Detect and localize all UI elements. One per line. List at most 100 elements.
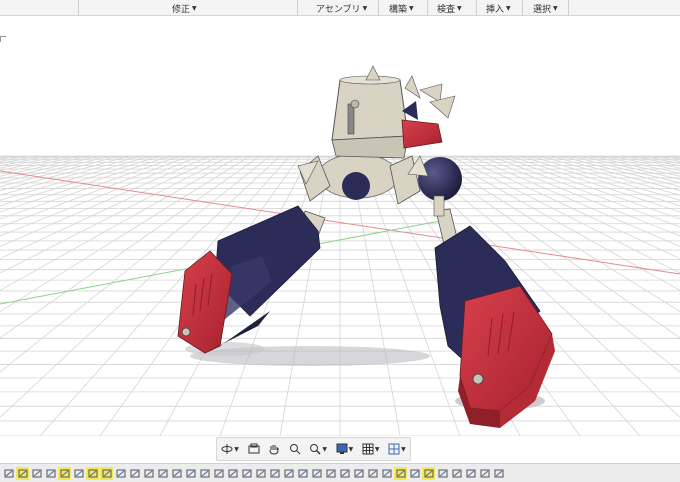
timeline-feature[interactable] bbox=[16, 466, 29, 480]
timeline-feature[interactable] bbox=[352, 467, 365, 480]
zoom-window-button[interactable] bbox=[289, 443, 301, 455]
grid-line bbox=[0, 155, 181, 220]
caret-down-icon: ▼ bbox=[506, 5, 511, 12]
timeline-feature[interactable] bbox=[170, 467, 183, 480]
sketch-icon bbox=[186, 469, 195, 478]
pan-button[interactable] bbox=[268, 443, 280, 455]
menu-insert[interactable]: 挿入 ▼ bbox=[486, 2, 511, 15]
timeline-feature[interactable] bbox=[72, 467, 85, 480]
timeline-feature[interactable] bbox=[100, 466, 113, 480]
timeline-feature[interactable] bbox=[128, 467, 141, 480]
viewports-icon bbox=[388, 443, 400, 455]
timeline-feature[interactable] bbox=[44, 467, 57, 480]
timeline-feature[interactable] bbox=[2, 467, 15, 480]
timeline-feature[interactable] bbox=[492, 467, 505, 480]
caret-down-icon: ▼ bbox=[374, 445, 380, 453]
sketch-icon bbox=[382, 469, 391, 478]
look-at-icon bbox=[248, 443, 260, 454]
grid-settings-icon bbox=[362, 443, 374, 455]
menu-construct[interactable]: 構築 ▼ bbox=[389, 2, 414, 15]
navigation-bar: ▼ ▼ ▼ ▼ ▼ bbox=[216, 437, 411, 461]
sketch-icon bbox=[396, 469, 405, 478]
sketch-icon bbox=[214, 469, 223, 478]
grid-line bbox=[0, 155, 61, 169]
timeline-feature[interactable] bbox=[338, 467, 351, 480]
caret-down-icon: ▼ bbox=[234, 445, 239, 453]
timeline-feature[interactable] bbox=[408, 467, 421, 480]
menu-inspect[interactable]: 検査 ▼ bbox=[437, 2, 462, 15]
timeline-feature[interactable] bbox=[198, 467, 211, 480]
sketch-icon bbox=[228, 469, 237, 478]
3d-viewport[interactable] bbox=[0, 16, 680, 436]
timeline-feature[interactable] bbox=[366, 467, 379, 480]
caret-down-icon: ▼ bbox=[553, 5, 558, 12]
timeline-feature[interactable] bbox=[156, 467, 169, 480]
menu-modify[interactable]: 修正 ▼ bbox=[172, 2, 197, 15]
timeline-feature[interactable] bbox=[58, 466, 71, 480]
menu-assemble[interactable]: アセンブリ ▼ bbox=[316, 2, 367, 15]
viewports-button[interactable]: ▼ bbox=[388, 443, 406, 455]
sketch-icon bbox=[88, 469, 97, 478]
timeline-feature[interactable] bbox=[226, 467, 239, 480]
look-at-button[interactable] bbox=[248, 443, 260, 455]
sketch-icon bbox=[200, 469, 209, 478]
timeline-feature[interactable] bbox=[394, 466, 407, 480]
timeline-feature[interactable] bbox=[380, 467, 393, 480]
timeline-feature[interactable] bbox=[240, 467, 253, 480]
timeline-feature[interactable] bbox=[464, 467, 477, 480]
menu-separator bbox=[568, 0, 569, 15]
display-settings-button[interactable]: ▼ bbox=[336, 443, 354, 455]
sketch-icon bbox=[46, 469, 55, 478]
timeline-feature[interactable] bbox=[254, 467, 267, 480]
timeline-feature[interactable] bbox=[422, 466, 435, 480]
timeline-feature[interactable] bbox=[296, 467, 309, 480]
sketch-icon bbox=[242, 469, 251, 478]
grid-line bbox=[0, 155, 161, 207]
ground-grid bbox=[0, 155, 680, 436]
grid-line bbox=[0, 155, 21, 160]
sketch-icon bbox=[102, 469, 111, 478]
timeline-feature[interactable] bbox=[86, 466, 99, 480]
sketch-icon bbox=[172, 469, 181, 478]
sketch-icon bbox=[494, 469, 503, 478]
menu-construct-label: 構築 bbox=[389, 5, 408, 15]
sketch-icon bbox=[298, 469, 307, 478]
caret-down-icon: ▼ bbox=[401, 445, 406, 453]
grid-settings-button[interactable]: ▼ bbox=[362, 443, 380, 455]
sketch-icon bbox=[480, 469, 489, 478]
timeline-feature[interactable] bbox=[450, 467, 463, 480]
menu-separator bbox=[78, 0, 79, 15]
menu-insert-label: 挿入 bbox=[486, 5, 505, 15]
grid-line bbox=[599, 155, 680, 174]
timeline-feature[interactable] bbox=[282, 467, 295, 480]
timeline-feature[interactable] bbox=[310, 467, 323, 480]
menu-assemble-label: アセンブリ bbox=[316, 5, 361, 15]
timeline-feature[interactable] bbox=[114, 467, 127, 480]
grid-line bbox=[0, 155, 141, 196]
timeline-feature[interactable] bbox=[268, 467, 281, 480]
caret-down-icon: ▼ bbox=[409, 5, 414, 12]
grid-line bbox=[579, 155, 680, 180]
sketch-icon bbox=[452, 469, 461, 478]
timeline-feature[interactable] bbox=[212, 467, 225, 480]
sketch-icon bbox=[340, 469, 349, 478]
sketch-icon bbox=[354, 469, 363, 478]
menu-select-label: 選択 bbox=[533, 5, 552, 15]
sketch-icon bbox=[438, 469, 447, 478]
orbit-button[interactable]: ▼ bbox=[221, 443, 239, 455]
grid-line bbox=[639, 155, 680, 164]
caret-down-icon: ▼ bbox=[348, 445, 354, 453]
timeline-feature[interactable] bbox=[142, 467, 155, 480]
menu-select[interactable]: 選択 ▼ bbox=[533, 2, 558, 15]
timeline-feature[interactable] bbox=[30, 467, 43, 480]
zoom-button[interactable]: ▼ bbox=[309, 443, 327, 455]
zoom-window-icon bbox=[289, 444, 301, 455]
timeline-feature[interactable] bbox=[324, 467, 337, 480]
timeline-feature[interactable] bbox=[436, 467, 449, 480]
timeline-feature[interactable] bbox=[478, 467, 491, 480]
sketch-icon bbox=[60, 469, 69, 478]
menu-separator bbox=[378, 0, 379, 15]
timeline-feature[interactable] bbox=[184, 467, 197, 480]
caret-down-icon: ▼ bbox=[192, 5, 197, 12]
display-settings-icon bbox=[336, 443, 348, 454]
